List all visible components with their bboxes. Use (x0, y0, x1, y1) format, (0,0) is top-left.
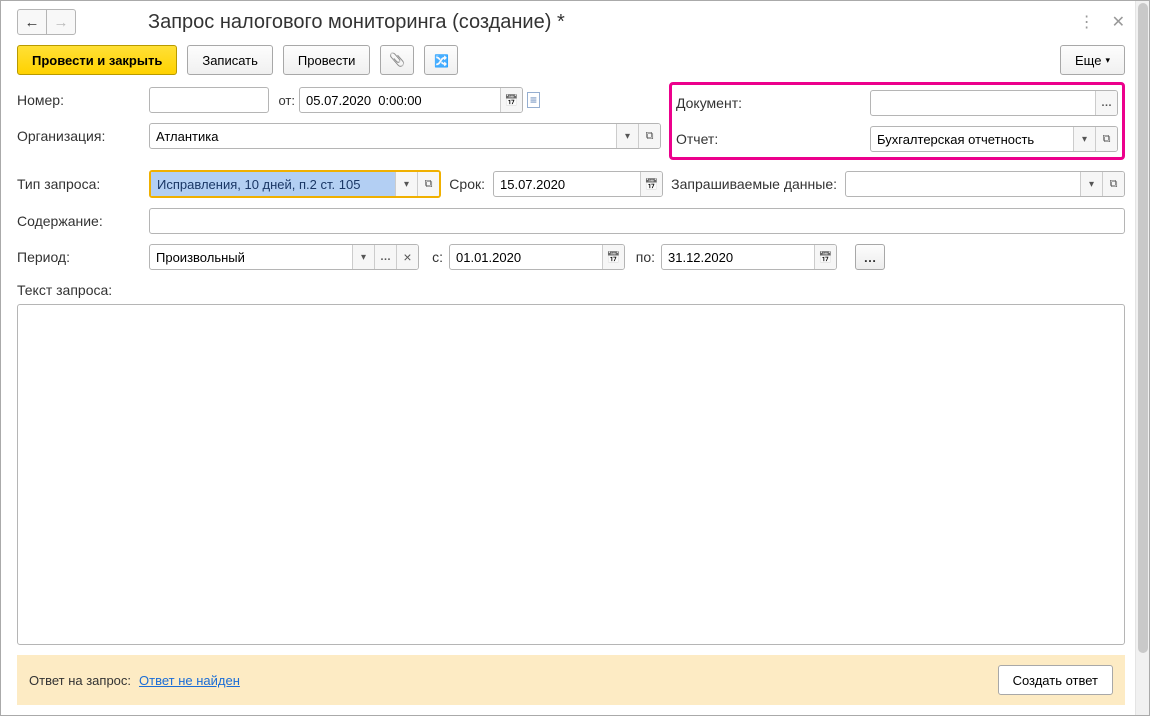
request-type-input[interactable] (151, 172, 395, 196)
attachments-button[interactable] (380, 45, 414, 75)
content-input[interactable] (150, 209, 1124, 233)
chevron-down-icon (361, 251, 366, 263)
request-type-label: Тип запроса: (17, 176, 145, 192)
page-title: Запрос налогового мониторинга (создание)… (148, 11, 565, 34)
period-to-input[interactable] (662, 245, 814, 269)
post-button[interactable]: Провести (283, 45, 371, 75)
nav-forward-button[interactable] (46, 9, 76, 35)
request-type-open-button[interactable] (417, 172, 439, 196)
popout-icon (1110, 178, 1118, 191)
document-input[interactable] (871, 91, 1095, 115)
request-text-area[interactable] (17, 304, 1125, 645)
period-to-input-wrap (661, 244, 837, 270)
content-input-wrap (149, 208, 1125, 234)
ellipsis-icon (380, 251, 391, 263)
number-label: Номер: (17, 92, 145, 108)
kebab-menu-icon[interactable]: ⋮ (1079, 12, 1094, 32)
chevron-down-icon (1089, 178, 1094, 190)
document-label: Документ: (676, 95, 866, 111)
date-calendar-button[interactable] (500, 88, 522, 112)
organization-input[interactable] (150, 124, 616, 148)
create-answer-button[interactable]: Создать ответ (998, 665, 1113, 695)
popout-icon (425, 178, 433, 191)
ellipsis-icon (864, 250, 877, 265)
scrollbar-thumb[interactable] (1138, 3, 1148, 653)
period-from-input-wrap (449, 244, 625, 270)
period-from-input[interactable] (450, 245, 602, 269)
report-label: Отчет: (676, 131, 866, 147)
date-from-label: от: (273, 93, 295, 108)
period-dropdown-button[interactable] (352, 245, 374, 269)
period-input-wrap (149, 244, 419, 270)
calendar-icon (645, 177, 659, 191)
request-type-dropdown-button[interactable] (395, 172, 417, 196)
period-to-label: по: (629, 249, 657, 265)
document-input-wrap (870, 90, 1118, 116)
period-to-calendar-button[interactable] (814, 245, 836, 269)
organization-dropdown-button[interactable] (616, 124, 638, 148)
period-from-calendar-button[interactable] (602, 245, 624, 269)
more-button[interactable]: Еще▾ (1060, 45, 1125, 75)
chevron-down-icon (404, 178, 409, 190)
nav-back-button[interactable] (17, 9, 47, 35)
flow-icon (434, 53, 449, 68)
document-select-button[interactable] (1095, 91, 1117, 115)
period-label: Период: (17, 249, 145, 265)
requested-data-open-button[interactable] (1102, 172, 1124, 196)
request-type-input-wrap (149, 170, 441, 198)
ellipsis-icon (1101, 97, 1112, 109)
deadline-input[interactable] (494, 172, 640, 196)
organization-label: Организация: (17, 128, 145, 144)
period-extra-button[interactable] (855, 244, 885, 270)
x-icon (403, 249, 411, 265)
calendar-icon (819, 250, 833, 264)
arrow-right-icon (54, 14, 69, 31)
properties-icon[interactable]: ≡ (527, 92, 540, 108)
close-icon[interactable]: ✕ (1112, 12, 1125, 32)
period-input[interactable] (150, 245, 352, 269)
request-text-label: Текст запроса: (17, 282, 1125, 298)
report-dropdown-button[interactable] (1073, 127, 1095, 151)
requested-data-input-wrap (845, 171, 1125, 197)
chevron-down-icon (1082, 133, 1087, 145)
arrow-left-icon (25, 14, 40, 31)
save-button[interactable]: Записать (187, 45, 273, 75)
deadline-input-wrap (493, 171, 663, 197)
period-clear-button[interactable] (396, 245, 418, 269)
footer-bar: Ответ на запрос: Ответ не найден Создать… (17, 655, 1125, 705)
answer-link[interactable]: Ответ не найден (139, 673, 240, 688)
period-from-label: с: (423, 249, 445, 265)
organization-input-wrap (149, 123, 661, 149)
chevron-down-icon (625, 130, 630, 142)
organization-open-button[interactable] (638, 124, 660, 148)
date-input[interactable] (300, 88, 500, 112)
report-input[interactable] (871, 127, 1073, 151)
deadline-calendar-button[interactable] (640, 172, 662, 196)
period-select-button[interactable] (374, 245, 396, 269)
toolbar: Провести и закрыть Записать Провести Еще… (17, 45, 1125, 75)
report-open-button[interactable] (1095, 127, 1117, 151)
footer-label: Ответ на запрос: (29, 673, 131, 688)
post-and-close-button[interactable]: Провести и закрыть (17, 45, 177, 75)
deadline-label: Срок: (445, 176, 489, 192)
calendar-icon (505, 93, 519, 107)
calendar-icon (607, 250, 621, 264)
content-label: Содержание: (17, 213, 145, 229)
window-header: Запрос налогового мониторинга (создание)… (17, 9, 1125, 35)
popout-icon (646, 130, 654, 143)
popout-icon (1103, 133, 1111, 146)
requested-data-input[interactable] (846, 172, 1080, 196)
number-input[interactable] (150, 88, 268, 112)
requested-data-label: Запрашиваемые данные: (667, 176, 841, 192)
relations-button[interactable] (424, 45, 458, 75)
requested-data-dropdown-button[interactable] (1080, 172, 1102, 196)
scrollbar[interactable] (1135, 1, 1149, 715)
date-input-wrap (299, 87, 523, 113)
report-input-wrap (870, 126, 1118, 152)
number-input-wrap (149, 87, 269, 113)
paperclip-icon (389, 52, 405, 68)
